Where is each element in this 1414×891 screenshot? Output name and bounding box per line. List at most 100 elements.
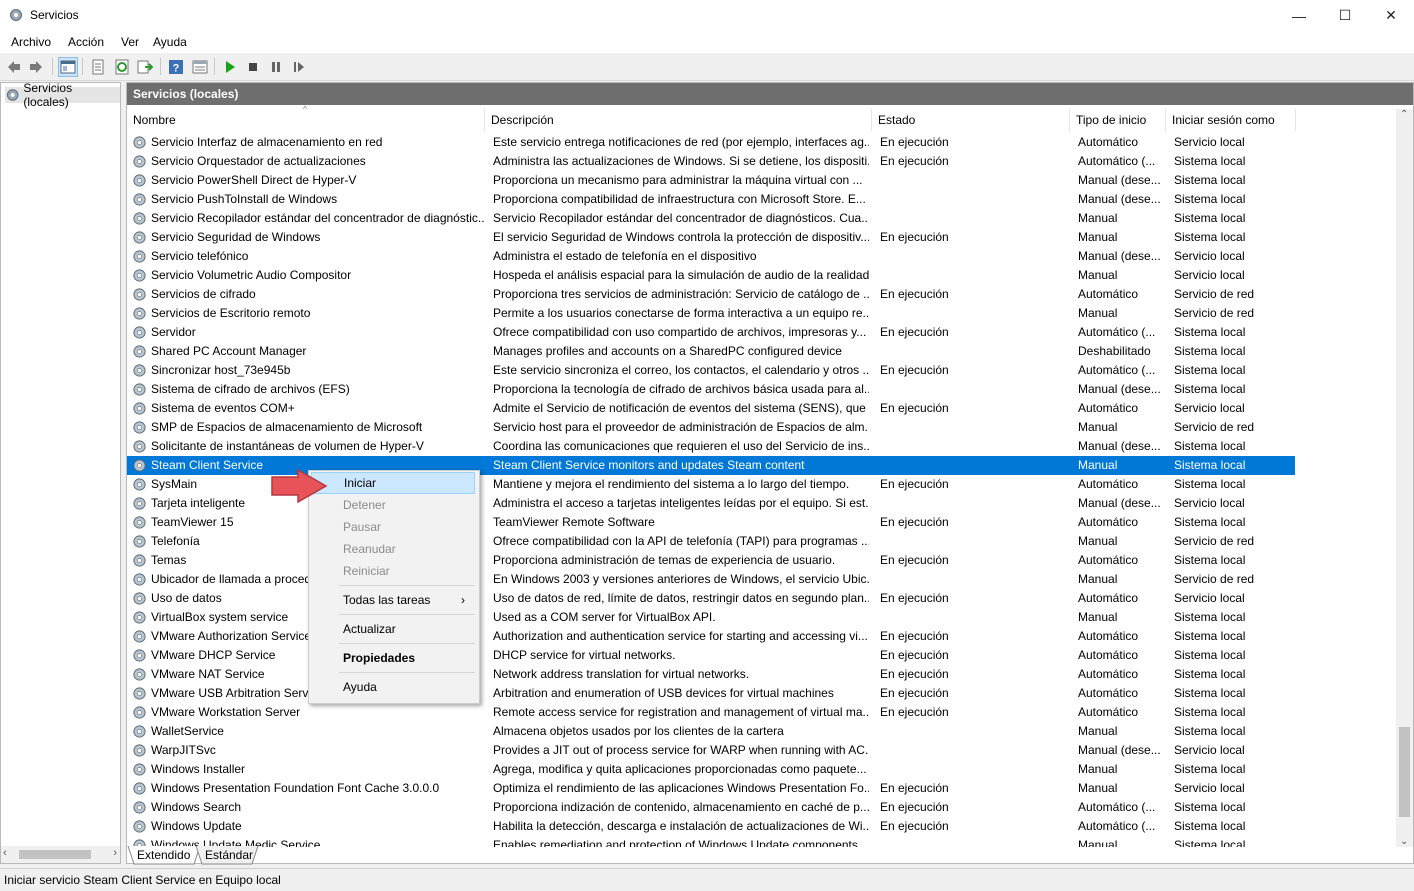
menu-item-propiedades[interactable]: Propiedades <box>311 647 475 669</box>
service-row[interactable]: Servicios de Escritorio remoto Permite a … <box>127 304 1295 323</box>
properties-icon[interactable] <box>88 57 108 77</box>
service-row[interactable]: VMware NAT Service Network address transl… <box>127 665 1295 684</box>
service-row[interactable]: VMware Workstation Server Remote access s… <box>127 703 1295 722</box>
menu-item-todas-las-tareas[interactable]: Todas las tareas › <box>311 589 475 611</box>
service-status <box>880 741 1070 760</box>
service-row[interactable]: Shared PC Account Manager Manages profile… <box>127 342 1295 361</box>
service-row[interactable]: Solicitante de instantáneas de volumen d… <box>127 437 1295 456</box>
tab-extendido[interactable]: Extendido <box>131 846 196 864</box>
tree-horizontal-scrollbar[interactable]: ‹ › <box>1 846 120 863</box>
menu-item-pausar[interactable]: Pausar <box>311 516 475 538</box>
service-row[interactable]: Servicio Volumetric Audio Compositor Hosp… <box>127 266 1295 285</box>
service-description: Administra las actualizaciones de Window… <box>493 154 869 168</box>
service-row[interactable]: Sistema de eventos COM+ Admite el Servici… <box>127 399 1295 418</box>
service-row[interactable]: Windows Installer Agrega, modifica y quit… <box>127 760 1295 779</box>
help-icon[interactable]: ? <box>166 57 186 77</box>
service-row[interactable]: VMware DHCP Service DHCP service for virt… <box>127 646 1295 665</box>
service-row[interactable]: TeamViewer 15 TeamViewer Remote Software E… <box>127 513 1295 532</box>
service-row[interactable]: WarpJITSvc Provides a JIT out of process … <box>127 741 1295 760</box>
service-row[interactable]: VMware USB Arbitration Servic Arbitration… <box>127 684 1295 703</box>
column-descripcion[interactable]: Descripción <box>485 109 872 131</box>
export-icon[interactable] <box>135 57 155 77</box>
service-row[interactable]: VMware Authorization Service Authorizatio… <box>127 627 1295 646</box>
service-status <box>880 836 1070 847</box>
service-status <box>880 342 1070 361</box>
service-row[interactable]: Telefonía Ofrece compatibilidad con la AP… <box>127 532 1295 551</box>
service-status: En ejecución <box>880 135 949 149</box>
scroll-right-icon[interactable]: › <box>113 847 117 859</box>
service-row[interactable]: Temas Proporciona administración de temas… <box>127 551 1295 570</box>
service-logon-as: Sistema local <box>1174 325 1246 339</box>
service-row[interactable]: Sincronizar host_73e945b Este servicio si… <box>127 361 1295 380</box>
service-row[interactable]: Servicios de cifrado Proporciona tres ser… <box>127 285 1295 304</box>
scroll-left-icon[interactable]: ‹ <box>3 847 7 859</box>
menu-item-reiniciar[interactable]: Reiniciar <box>311 560 475 582</box>
menu-item-reanudar[interactable]: Reanudar <box>311 538 475 560</box>
view-tabs: Extendido Estándar <box>126 846 426 865</box>
pause-icon[interactable] <box>266 57 286 77</box>
scroll-up-icon[interactable]: ⌃ <box>1400 109 1408 120</box>
menu-ver[interactable]: Ver <box>121 35 139 49</box>
service-row[interactable]: Servicio PowerShell Direct de Hyper-V Pro… <box>127 171 1295 190</box>
service-description: Proporciona compatibilidad de infraestru… <box>493 192 866 206</box>
service-row[interactable]: Servicio Seguridad de Windows El servicio… <box>127 228 1295 247</box>
column-nombre[interactable]: Nombre <box>127 109 485 131</box>
service-row[interactable]: Servicio Recopilador estándar del concen… <box>127 209 1295 228</box>
gear-icon <box>133 573 146 586</box>
scroll-down-icon[interactable]: ⌄ <box>1400 836 1408 847</box>
menu-item-detener[interactable]: Detener <box>311 494 475 516</box>
service-startup-type: Manual <box>1078 724 1118 738</box>
service-startup-type: Manual <box>1078 572 1118 586</box>
service-row[interactable]: Windows Search Proporciona indización de … <box>127 798 1295 817</box>
service-description: Este servicio entrega notificaciones de … <box>493 135 869 149</box>
tree-node-services-local[interactable]: Servicios (locales) <box>5 81 120 109</box>
close-button[interactable]: ✕ <box>1368 0 1414 31</box>
scrollbar-thumb[interactable] <box>1399 727 1410 817</box>
column-estado[interactable]: Estado <box>872 109 1070 131</box>
stop-icon[interactable] <box>243 57 263 77</box>
menu-item-iniciar[interactable]: Iniciar <box>311 472 475 494</box>
menu-item-ayuda[interactable]: Ayuda <box>311 676 475 698</box>
service-row[interactable]: Servicio Interfaz de almacenamiento en r… <box>127 133 1295 152</box>
service-row[interactable]: Ubicador de llamada a proced En Windows 2… <box>127 570 1295 589</box>
view-icon[interactable] <box>190 57 210 77</box>
service-row[interactable]: SMP de Espacios de almacenamiento de Mic… <box>127 418 1295 437</box>
maximize-button[interactable]: ☐ <box>1322 0 1368 31</box>
service-description: Provides a JIT out of process service fo… <box>493 743 869 757</box>
column-tipo-inicio[interactable]: Tipo de inicio <box>1070 109 1166 131</box>
vertical-scrollbar[interactable]: ⌃ ⌄ <box>1396 109 1413 847</box>
service-name: Servicios de cifrado <box>151 287 256 301</box>
service-row[interactable]: VirtualBox system service Used as a COM s… <box>127 608 1295 627</box>
window-title: Servicios <box>30 8 79 22</box>
service-row[interactable]: Servicio telefónico Administra el estado … <box>127 247 1295 266</box>
tab-estandar[interactable]: Estándar <box>199 846 259 864</box>
service-startup-type: Manual <box>1078 781 1118 795</box>
forward-icon[interactable] <box>26 57 46 77</box>
service-description: Administra el estado de telefonía en el … <box>493 249 757 263</box>
service-row[interactable]: Sistema de cifrado de archivos (EFS) Prop… <box>127 380 1295 399</box>
service-startup-type: Automático (... <box>1078 363 1156 377</box>
service-row[interactable]: Servicio PushToInstall de Windows Proporc… <box>127 190 1295 209</box>
menu-item-actualizar[interactable]: Actualizar <box>311 618 475 640</box>
service-description: Proporciona tres servicios de administra… <box>493 287 869 301</box>
service-name: Servicio Interfaz de almacenamiento en r… <box>151 135 383 149</box>
service-row[interactable]: WalletService Almacena objetos usados por… <box>127 722 1295 741</box>
service-row[interactable]: Servidor Ofrece compatibilidad con uso co… <box>127 323 1295 342</box>
menu-archivo[interactable]: Archivo <box>11 35 51 49</box>
back-icon[interactable] <box>4 57 24 77</box>
menu-accion[interactable]: Acción <box>68 35 104 49</box>
gear-icon <box>133 763 146 776</box>
minimize-button[interactable]: — <box>1276 0 1322 31</box>
refresh-icon[interactable] <box>112 57 132 77</box>
service-row[interactable]: Servicio Orquestador de actualizaciones A… <box>127 152 1295 171</box>
console-tree-icon[interactable] <box>58 57 78 77</box>
column-header: ^ Nombre Descripción Estado Tipo de inic… <box>127 104 1397 131</box>
service-row[interactable]: Uso de datos Uso de datos de red, límite … <box>127 589 1295 608</box>
restart-icon[interactable] <box>289 57 309 77</box>
service-row[interactable]: Windows Update Habilita la detección, des… <box>127 817 1295 836</box>
column-iniciar-sesion[interactable]: Iniciar sesión como <box>1166 109 1296 131</box>
service-row[interactable]: Windows Presentation Foundation Font Cac… <box>127 779 1295 798</box>
play-icon[interactable] <box>220 57 240 77</box>
service-name: Servicio PowerShell Direct de Hyper-V <box>151 173 357 187</box>
menu-ayuda[interactable]: Ayuda <box>153 35 187 49</box>
